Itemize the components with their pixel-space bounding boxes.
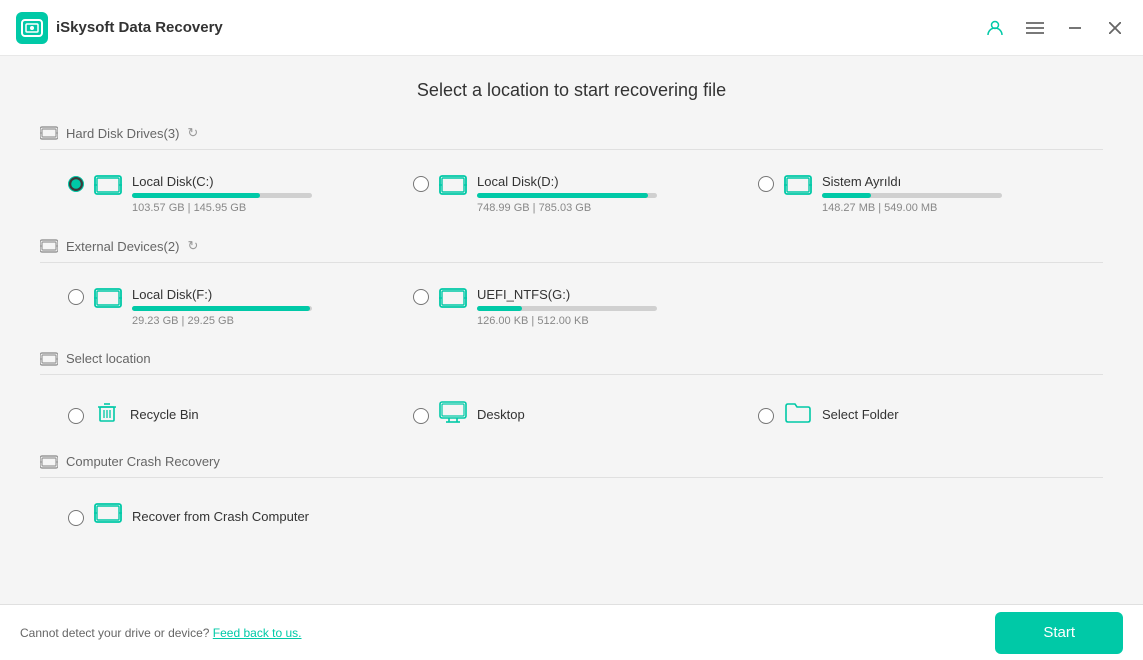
close-button[interactable] [1103, 16, 1127, 40]
desktop-icon [439, 400, 467, 429]
crash-computer-label: Recover from Crash Computer [132, 509, 309, 524]
select-location-section: Select location Recycle Bin [40, 351, 1103, 438]
drive-item-d[interactable]: Local Disk(D:) 748.99 GB | 785.03 GB [405, 166, 738, 222]
external-title: External Devices(2) [66, 239, 179, 254]
hdd-section-icon [40, 126, 58, 140]
drive-name-g: UEFI_NTFS(G:) [477, 287, 730, 302]
drive-item-f[interactable]: Local Disk(F:) 29.23 GB | 29.25 GB [60, 279, 393, 335]
page-title: Select a location to start recovering fi… [40, 80, 1103, 101]
hard-disk-grid: Local Disk(C:) 103.57 GB | 145.95 GB [40, 166, 1103, 222]
app-title: iSkysoft Data Recovery [56, 19, 223, 36]
drive-radio-sistem[interactable] [758, 176, 774, 192]
user-icon [986, 19, 1004, 37]
minimize-button[interactable] [1063, 16, 1087, 40]
location-item-folder[interactable]: Select Folder [750, 391, 1083, 438]
drive-icon-f [94, 287, 122, 316]
bottom-notice: Cannot detect your drive or device? Feed… [20, 626, 995, 640]
drive-icon-d [439, 174, 467, 203]
drive-size-d: 748.99 GB | 785.03 GB [477, 202, 730, 214]
drive-name-c: Local Disk(C:) [132, 174, 385, 189]
location-item-crash[interactable]: Recover from Crash Computer [60, 494, 393, 539]
drive-size-f: 29.23 GB | 29.25 GB [132, 315, 385, 327]
drive-bar-fill-g [477, 306, 522, 311]
drive-radio-f[interactable] [68, 289, 84, 305]
drive-bar-bg-g [477, 306, 657, 311]
external-section: External Devices(2) ↻ Local Disk(F:) [40, 238, 1103, 335]
menu-icon [1026, 21, 1044, 35]
feedback-link[interactable]: Feed back to us. [213, 626, 302, 640]
drive-icon-c [94, 174, 122, 203]
app-logo: iSkysoft Data Recovery [16, 12, 223, 44]
drive-item-c[interactable]: Local Disk(C:) 103.57 GB | 145.95 GB [60, 166, 393, 222]
drive-info-c: Local Disk(C:) 103.57 GB | 145.95 GB [132, 174, 385, 214]
drive-name-f: Local Disk(F:) [132, 287, 385, 302]
select-location-grid: Recycle Bin Desktop [40, 391, 1103, 438]
user-button[interactable] [983, 16, 1007, 40]
select-location-title: Select location [66, 351, 151, 366]
drive-info-f: Local Disk(F:) 29.23 GB | 29.25 GB [132, 287, 385, 327]
crash-recovery-section-icon [40, 455, 58, 469]
recycle-bin-icon [94, 399, 120, 430]
drive-name-sistem: Sistem Ayrıldı [822, 174, 1075, 189]
folder-icon [784, 400, 812, 429]
notice-text: Cannot detect your drive or device? [20, 626, 209, 640]
main-content: Select a location to start recovering fi… [0, 56, 1143, 604]
select-location-icon [40, 352, 58, 366]
drive-bar-fill-sistem [822, 193, 871, 198]
drive-radio-d[interactable] [413, 176, 429, 192]
external-grid: Local Disk(F:) 29.23 GB | 29.25 GB [40, 279, 1103, 335]
recycle-bin-label: Recycle Bin [130, 407, 199, 422]
minimize-icon [1069, 27, 1081, 29]
drive-size-sistem: 148.27 MB | 549.00 MB [822, 202, 1075, 214]
drive-bar-fill-d [477, 193, 648, 198]
select-location-header: Select location [40, 351, 1103, 375]
drive-bar-fill-f [132, 306, 310, 311]
drive-bar-bg-f [132, 306, 312, 311]
hard-disk-header: Hard Disk Drives(3) ↻ [40, 125, 1103, 150]
drive-bar-bg-c [132, 193, 312, 198]
drive-bar-bg-sistem [822, 193, 1002, 198]
crash-recovery-section: Computer Crash Recovery Recover from Cra… [40, 454, 1103, 539]
drive-icon-sistem [784, 174, 812, 203]
location-radio-recycle[interactable] [68, 408, 84, 424]
drive-radio-g[interactable] [413, 289, 429, 305]
external-section-icon [40, 239, 58, 253]
menu-button[interactable] [1023, 16, 1047, 40]
location-radio-crash[interactable] [68, 510, 84, 526]
drive-item-g[interactable]: UEFI_NTFS(G:) 126.00 KB | 512.00 KB [405, 279, 738, 335]
crash-recovery-title: Computer Crash Recovery [66, 454, 220, 469]
location-radio-folder[interactable] [758, 408, 774, 424]
external-header: External Devices(2) ↻ [40, 238, 1103, 263]
crash-recovery-header: Computer Crash Recovery [40, 454, 1103, 478]
drive-info-d: Local Disk(D:) 748.99 GB | 785.03 GB [477, 174, 730, 214]
hard-disk-section: Hard Disk Drives(3) ↻ Local Disk(C:) [40, 125, 1103, 222]
titlebar: iSkysoft Data Recovery [0, 0, 1143, 56]
bottom-bar: Cannot detect your drive or device? Feed… [0, 604, 1143, 660]
crash-recovery-grid: Recover from Crash Computer [40, 494, 1103, 539]
window-controls [983, 16, 1127, 40]
drive-size-c: 103.57 GB | 145.95 GB [132, 202, 385, 214]
hard-disk-title: Hard Disk Drives(3) [66, 126, 179, 141]
drive-size-g: 126.00 KB | 512.00 KB [477, 315, 730, 327]
external-refresh-icon[interactable]: ↻ [187, 238, 198, 254]
close-icon [1109, 22, 1121, 34]
drive-bar-fill-c [132, 193, 260, 198]
location-item-desktop[interactable]: Desktop [405, 391, 738, 438]
location-radio-desktop[interactable] [413, 408, 429, 424]
app-logo-icon [16, 12, 48, 44]
start-button[interactable]: Start [995, 612, 1123, 654]
drive-name-d: Local Disk(D:) [477, 174, 730, 189]
crash-recovery-icon [94, 502, 122, 531]
drive-info-g: UEFI_NTFS(G:) 126.00 KB | 512.00 KB [477, 287, 730, 327]
drive-info-sistem: Sistem Ayrıldı 148.27 MB | 549.00 MB [822, 174, 1075, 214]
drive-bar-bg-d [477, 193, 657, 198]
drive-radio-c[interactable] [68, 176, 84, 192]
drive-icon-g [439, 287, 467, 316]
hard-disk-refresh-icon[interactable]: ↻ [187, 125, 198, 141]
desktop-label: Desktop [477, 407, 525, 422]
drive-item-sistem[interactable]: Sistem Ayrıldı 148.27 MB | 549.00 MB [750, 166, 1083, 222]
select-folder-label: Select Folder [822, 407, 899, 422]
location-item-recycle[interactable]: Recycle Bin [60, 391, 393, 438]
